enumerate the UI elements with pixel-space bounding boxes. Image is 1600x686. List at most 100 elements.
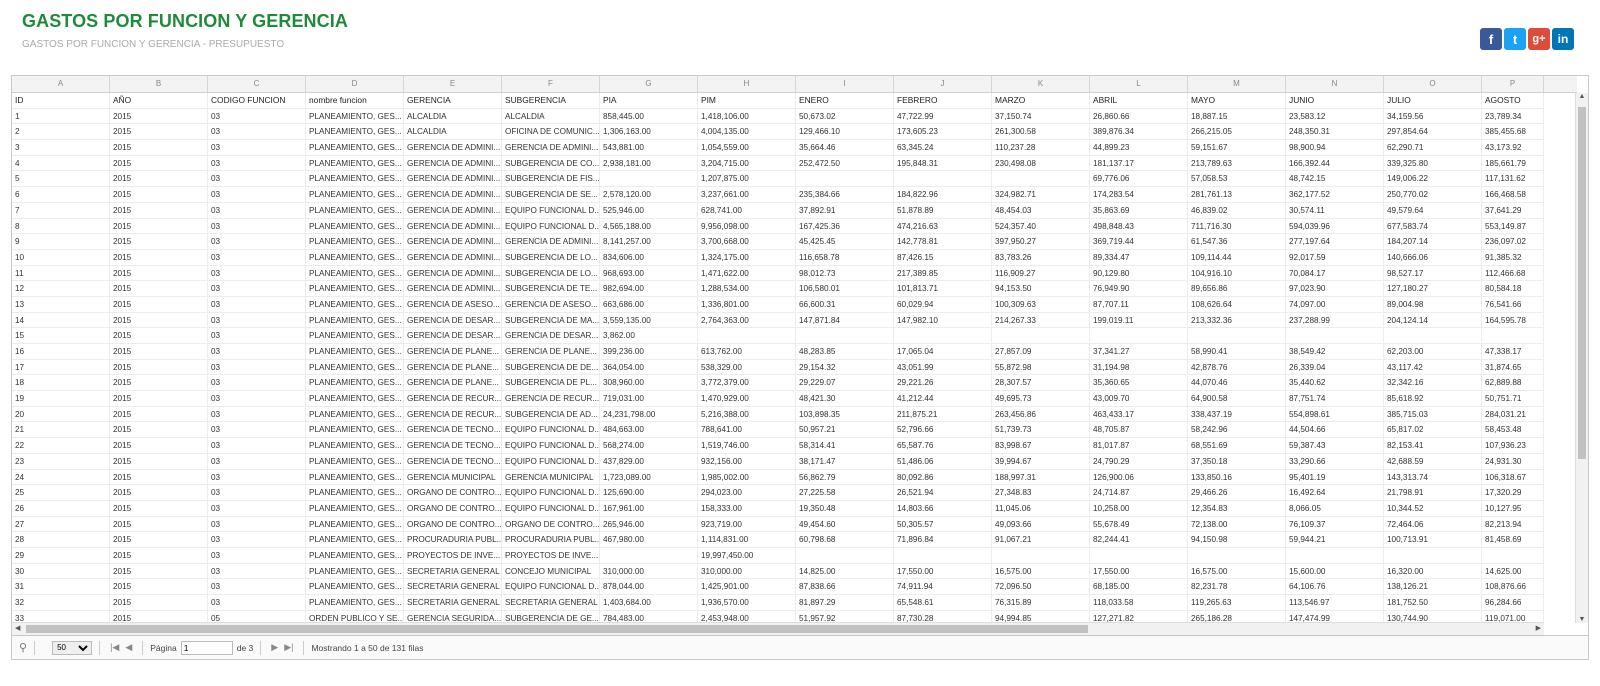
column-header[interactable]: PIM bbox=[698, 93, 796, 108]
table-cell[interactable]: 50,957.21 bbox=[796, 422, 894, 438]
table-cell[interactable]: 14,625.00 bbox=[1482, 563, 1544, 579]
horizontal-scroll-thumb[interactable] bbox=[26, 625, 1088, 633]
table-cell[interactable]: 14 bbox=[12, 312, 110, 328]
table-cell[interactable]: SUBGERENCIA DE CO... bbox=[502, 155, 600, 171]
table-cell[interactable]: ALCALDIA bbox=[502, 108, 600, 124]
table-cell[interactable]: 266,215.05 bbox=[1188, 124, 1286, 140]
table-row[interactable]: 30 2015 03 PLANEAMIENTO, GES... SECRETARIA G… bbox=[12, 563, 1544, 580]
table-cell[interactable]: 8 bbox=[12, 218, 110, 234]
table-cell[interactable]: 03 bbox=[208, 328, 306, 343]
table-cell[interactable]: SECRETARIA GENERAL bbox=[404, 563, 502, 579]
table-cell[interactable]: 94,153.50 bbox=[992, 281, 1090, 296]
table-cell[interactable]: 76,315.89 bbox=[992, 595, 1090, 610]
table-cell[interactable]: 89,656.86 bbox=[1188, 281, 1286, 296]
scroll-right-arrow-icon[interactable]: ▶ bbox=[1536, 623, 1541, 635]
table-cell[interactable]: 19,350.48 bbox=[796, 500, 894, 516]
google-plus-icon[interactable]: g+ bbox=[1528, 28, 1550, 50]
table-cell[interactable]: 85,618.92 bbox=[1384, 391, 1482, 406]
table-cell[interactable]: 31,194.98 bbox=[1090, 359, 1188, 375]
table-cell[interactable]: 181,137.17 bbox=[1090, 155, 1188, 171]
table-cell[interactable]: GERENCIA DE PLANE... bbox=[404, 344, 502, 359]
table-cell[interactable]: 1,471,622.00 bbox=[698, 265, 796, 281]
table-cell[interactable]: 116,658.78 bbox=[796, 249, 894, 265]
table-cell[interactable]: 399,236.00 bbox=[600, 344, 698, 359]
table-cell[interactable]: 118,033.58 bbox=[1090, 595, 1188, 610]
table-cell[interactable]: PLANEAMIENTO, GES... bbox=[306, 140, 404, 155]
table-cell[interactable]: 43,009.70 bbox=[1090, 391, 1188, 406]
table-cell[interactable]: 338,437.19 bbox=[1188, 406, 1286, 422]
table-cell[interactable]: 2015 bbox=[110, 406, 208, 422]
table-cell[interactable]: 65,548.61 bbox=[894, 595, 992, 610]
table-cell[interactable]: 30,574.11 bbox=[1286, 202, 1384, 218]
table-cell[interactable]: 48,421.30 bbox=[796, 391, 894, 406]
table-cell[interactable]: 100,309.63 bbox=[992, 296, 1090, 312]
table-cell[interactable]: 26,339.04 bbox=[1286, 359, 1384, 375]
table-cell[interactable]: 03 bbox=[208, 406, 306, 422]
table-cell[interactable]: 18 bbox=[12, 375, 110, 391]
table-row[interactable]: 8 2015 03 PLANEAMIENTO, GES... GERENCIA DE A… bbox=[12, 218, 1544, 235]
table-cell[interactable]: 49,093.66 bbox=[992, 516, 1090, 532]
table-cell[interactable]: PLANEAMIENTO, GES... bbox=[306, 218, 404, 234]
table-cell[interactable]: 64,900.58 bbox=[1188, 391, 1286, 406]
table-cell[interactable]: 6 bbox=[12, 187, 110, 202]
table-row[interactable]: 10 2015 03 PLANEAMIENTO, GES... GERENCIA DE … bbox=[12, 249, 1544, 266]
table-cell[interactable]: 834,606.00 bbox=[600, 249, 698, 265]
table-cell[interactable]: 1,425,901.00 bbox=[698, 579, 796, 594]
table-cell[interactable]: PROYECTOS DE INVE... bbox=[404, 547, 502, 563]
table-row[interactable]: 29 2015 03 PLANEAMIENTO, GES... PROYECTOS DE… bbox=[12, 547, 1544, 564]
scroll-left-arrow-icon[interactable]: ◀ bbox=[15, 623, 20, 635]
table-cell[interactable]: GERENCIA DE ADMINI... bbox=[404, 218, 502, 234]
table-cell[interactable]: 03 bbox=[208, 108, 306, 124]
table-cell[interactable]: 310,000.00 bbox=[600, 563, 698, 579]
table-cell[interactable]: 65,817.02 bbox=[1384, 422, 1482, 438]
table-cell[interactable]: 51,878.89 bbox=[894, 202, 992, 218]
table-cell[interactable]: 37,892.91 bbox=[796, 202, 894, 218]
column-header[interactable]: ABRIL bbox=[1090, 93, 1188, 108]
table-cell[interactable]: 52,796.66 bbox=[894, 422, 992, 438]
table-cell[interactable]: 17,320.29 bbox=[1482, 485, 1544, 500]
table-cell[interactable]: 49,579.64 bbox=[1384, 202, 1482, 218]
table-cell[interactable]: 37,350.18 bbox=[1188, 453, 1286, 469]
column-header[interactable]: ID bbox=[12, 93, 110, 108]
table-cell[interactable]: 498,848.43 bbox=[1090, 218, 1188, 234]
horizontal-scrollbar[interactable]: ◀ ▶ bbox=[12, 622, 1544, 635]
table-cell[interactable]: 76,541.66 bbox=[1482, 296, 1544, 312]
column-letter-o[interactable]: O bbox=[1384, 76, 1482, 92]
table-cell[interactable]: 81,017.87 bbox=[1090, 438, 1188, 453]
table-cell[interactable]: 03 bbox=[208, 469, 306, 485]
table-cell[interactable]: 149,006.22 bbox=[1384, 171, 1482, 187]
column-letter-m[interactable]: M bbox=[1188, 76, 1286, 92]
table-cell[interactable]: 2015 bbox=[110, 108, 208, 124]
table-cell[interactable]: 03 bbox=[208, 140, 306, 155]
table-cell[interactable]: 107,936.23 bbox=[1482, 438, 1544, 453]
table-cell[interactable]: 265,946.00 bbox=[600, 516, 698, 532]
table-cell[interactable]: 1,306,163.00 bbox=[600, 124, 698, 140]
table-cell[interactable]: 711,716.30 bbox=[1188, 218, 1286, 234]
table-cell[interactable]: PLANEAMIENTO, GES... bbox=[306, 516, 404, 532]
table-cell[interactable]: 2 bbox=[12, 124, 110, 140]
table-cell[interactable]: PLANEAMIENTO, GES... bbox=[306, 438, 404, 453]
table-cell[interactable]: 1,723,089.00 bbox=[600, 469, 698, 485]
table-cell[interactable]: PLANEAMIENTO, GES... bbox=[306, 595, 404, 610]
table-cell[interactable]: PLANEAMIENTO, GES... bbox=[306, 422, 404, 438]
table-cell[interactable]: 03 bbox=[208, 516, 306, 532]
table-cell[interactable]: 1,207,875.00 bbox=[698, 171, 796, 187]
column-header[interactable]: AÑO bbox=[110, 93, 208, 108]
table-cell[interactable]: 16,575.00 bbox=[1188, 563, 1286, 579]
table-cell[interactable]: 538,329.00 bbox=[698, 359, 796, 375]
table-cell[interactable]: 719,031.00 bbox=[600, 391, 698, 406]
table-cell[interactable]: 7 bbox=[12, 202, 110, 218]
table-cell[interactable]: 16 bbox=[12, 344, 110, 359]
table-row[interactable]: 31 2015 03 PLANEAMIENTO, GES... SECRETARIA G… bbox=[12, 579, 1544, 595]
table-cell[interactable]: OFICINA DE COMUNIC... bbox=[502, 124, 600, 140]
table-cell[interactable]: 204,124.14 bbox=[1384, 312, 1482, 328]
table-cell[interactable]: 117,131.62 bbox=[1482, 171, 1544, 187]
table-row[interactable]: 12 2015 03 PLANEAMIENTO, GES... GERENCIA DE … bbox=[12, 281, 1544, 297]
table-cell[interactable]: 213,789.63 bbox=[1188, 155, 1286, 171]
table-cell[interactable]: 35,360.65 bbox=[1090, 375, 1188, 391]
table-cell[interactable]: EQUIPO FUNCIONAL D... bbox=[502, 438, 600, 453]
table-cell[interactable]: 982,694.00 bbox=[600, 281, 698, 296]
table-cell[interactable]: GERENCIA DE ADMINI... bbox=[404, 249, 502, 265]
table-cell[interactable]: 250,770.02 bbox=[1384, 187, 1482, 202]
table-cell[interactable]: 89,334.47 bbox=[1090, 249, 1188, 265]
